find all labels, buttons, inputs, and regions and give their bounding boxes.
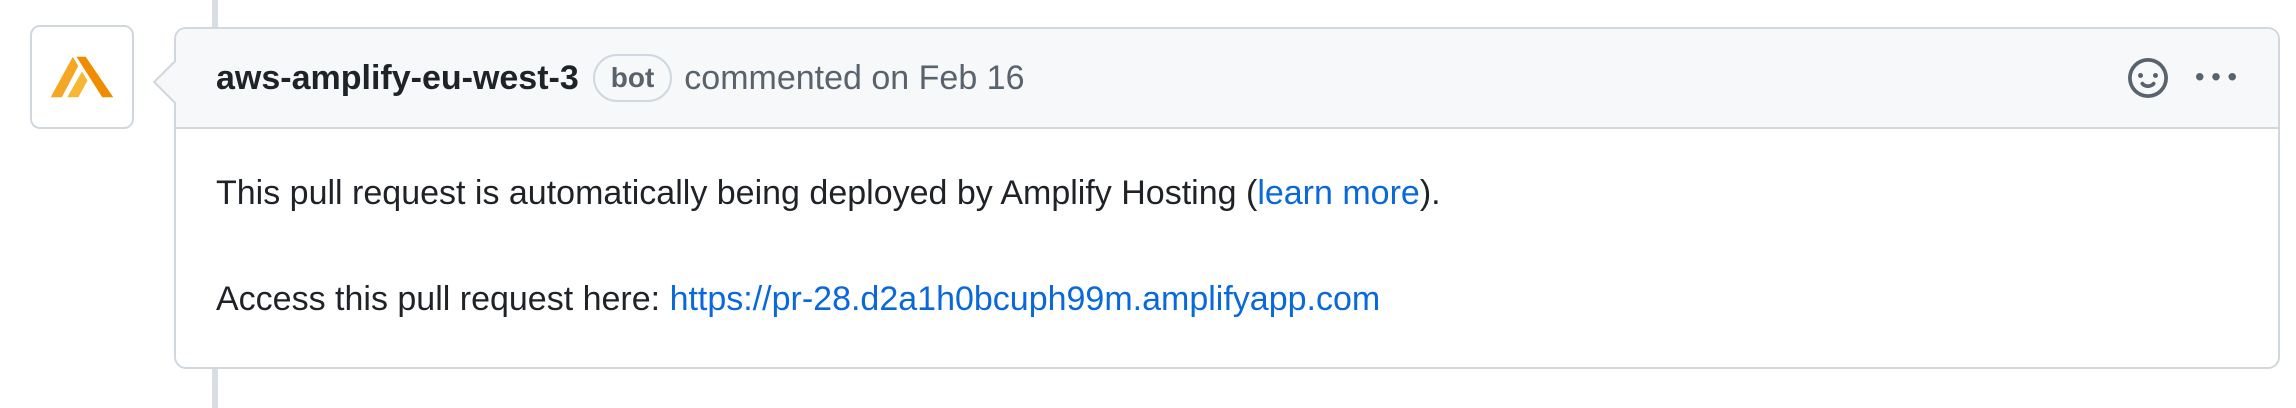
author-link[interactable]: aws-amplify-eu-west-3	[216, 59, 579, 98]
comment-box: aws-amplify-eu-west-3 bot commented on F…	[174, 27, 2280, 369]
deploy-notice: This pull request is automatically being…	[216, 171, 2238, 215]
kebab-horizontal-icon[interactable]	[2194, 58, 2238, 98]
deploy-notice-suffix: ).	[1419, 174, 1441, 212]
comment-header: aws-amplify-eu-west-3 bot commented on F…	[176, 29, 2278, 129]
deploy-notice-text: This pull request is automatically being…	[216, 174, 1258, 212]
comment-body: This pull request is automatically being…	[176, 129, 2278, 321]
comment-actions	[2128, 58, 2238, 98]
access-notice: Access this pull request here: https://p…	[216, 277, 2238, 321]
timeline-line-bottom	[212, 369, 218, 408]
avatar[interactable]	[30, 25, 134, 129]
learn-more-link[interactable]: learn more	[1257, 174, 1420, 212]
aws-amplify-logo-icon	[39, 34, 125, 120]
bot-badge: bot	[592, 54, 673, 102]
preview-url-link[interactable]: https://pr-28.d2a1h0bcuph99m.amplifyapp.…	[670, 280, 1381, 318]
smiley-icon[interactable]	[2128, 58, 2168, 98]
comment-timestamp[interactable]: commented on Feb 16	[684, 59, 1024, 98]
access-notice-text: Access this pull request here:	[216, 280, 670, 318]
